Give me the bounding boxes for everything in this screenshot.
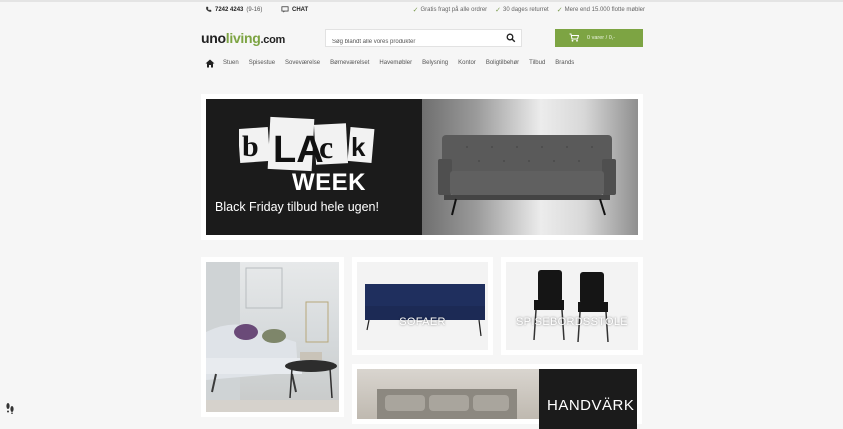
- nav-item-kontor[interactable]: Kontor: [458, 60, 476, 66]
- svg-text:c: c: [319, 129, 333, 165]
- home-icon[interactable]: [205, 59, 215, 68]
- svg-text:k: k: [351, 132, 366, 162]
- phone-hours: (9-16): [246, 6, 263, 13]
- usp-item: ✓ Mere end 15.000 flotte møbler: [557, 6, 645, 14]
- living-room-illustration: [206, 262, 339, 412]
- nav-item-havemoebler[interactable]: Havemøbler: [379, 60, 412, 66]
- sofas-label: SOFAER: [399, 316, 446, 328]
- usp-text: Gratis fragt på alle ordrer: [420, 7, 488, 13]
- search-icon[interactable]: [506, 33, 516, 43]
- footprints-icon[interactable]: [5, 402, 15, 414]
- crafts-banner-tile[interactable]: HANDVÄRK: [352, 364, 642, 429]
- living-room-photo: [206, 262, 339, 412]
- living-room-tile[interactable]: [201, 257, 344, 417]
- chat-icon: [281, 6, 289, 13]
- phone-contact[interactable]: 7242 4243 (9-16): [205, 6, 262, 13]
- black-week-banner[interactable]: b LA c k WEEK Black Friday tilbud hele u…: [201, 94, 643, 240]
- usp-list: ✓ Gratis fragt på alle ordrer ✓ 30 dages r…: [413, 6, 645, 14]
- main-navigation: Stuen Spisestue Soveværelse Børneværelse…: [205, 57, 584, 69]
- usp-text: Mere end 15.000 flotte møbler: [564, 7, 645, 13]
- logo-part-domain: .com: [260, 34, 286, 46]
- nav-item-spisestue[interactable]: Spisestue: [249, 60, 275, 66]
- logo-part-living: living: [225, 30, 261, 46]
- usp-item: ✓ Gratis fragt på alle ordrer: [413, 6, 488, 14]
- cart-icon: [569, 33, 579, 42]
- phone-number: 7242 4243: [215, 6, 244, 13]
- top-border: [0, 0, 843, 2]
- black-text: b: [242, 130, 259, 163]
- cart-label: 0 varer / 0,-: [587, 35, 616, 41]
- dining-chairs-photo: SPISEBORDSSTOLE: [506, 262, 638, 350]
- check-icon: ✓: [556, 7, 563, 14]
- dining-chairs-label: SPISEBORDSSTOLE: [516, 316, 628, 328]
- nav-item-boernevaerelset[interactable]: Børneværelset: [330, 60, 369, 66]
- nav-item-tilbud[interactable]: Tilbud: [529, 60, 545, 66]
- dining-chairs-illustration: [533, 270, 609, 343]
- check-icon: ✓: [495, 7, 502, 14]
- svg-text:LA: LA: [273, 129, 324, 171]
- chat-label: CHAT: [292, 6, 309, 13]
- sofa-photo: [422, 99, 638, 235]
- chat-link[interactable]: CHAT: [281, 6, 308, 13]
- bed-illustration: [377, 389, 517, 419]
- nav-item-belysning[interactable]: Belysning: [422, 60, 448, 66]
- sofa-bed-illustration: [438, 135, 616, 216]
- nav-item-sovevaerelse[interactable]: Soveværelse: [285, 60, 320, 66]
- search-box: [325, 29, 522, 51]
- nav-item-brands[interactable]: Brands: [555, 60, 574, 66]
- phone-icon: [206, 6, 212, 12]
- search-input[interactable]: [326, 33, 504, 51]
- week-text: WEEK: [292, 169, 366, 196]
- banner-dark-panel: b LA c k WEEK Black Friday tilbud hele u…: [206, 99, 422, 235]
- sofa-illustration: [365, 284, 485, 337]
- dining-chairs-category-tile[interactable]: SPISEBORDSSTOLE: [501, 257, 643, 355]
- cart-button[interactable]: 0 varer / 0,-: [555, 29, 643, 47]
- logo-part-uno: uno: [201, 30, 226, 46]
- check-icon: ✓: [412, 7, 419, 14]
- sofas-category-tile[interactable]: SOFAER: [352, 257, 493, 355]
- bedroom-photo: [357, 369, 539, 419]
- sofas-photo: SOFAER: [357, 262, 488, 350]
- crafts-label: HANDVÄRK: [547, 397, 635, 414]
- banner-subtitle: Black Friday tilbud hele ugen!: [215, 200, 379, 214]
- black-week-logo: b LA c k: [239, 116, 375, 172]
- nav-item-stuen[interactable]: Stuen: [223, 60, 239, 66]
- top-info-bar: 7242 4243 (9-16) CHAT ✓ Gratis fragt på a…: [205, 4, 645, 16]
- usp-item: ✓ 30 dages returret: [495, 6, 549, 14]
- usp-text: 30 dages returret: [503, 7, 549, 13]
- site-logo[interactable]: unoliving.com: [201, 30, 285, 46]
- nav-item-boligtilbehoer[interactable]: Boligtilbehør: [486, 60, 519, 66]
